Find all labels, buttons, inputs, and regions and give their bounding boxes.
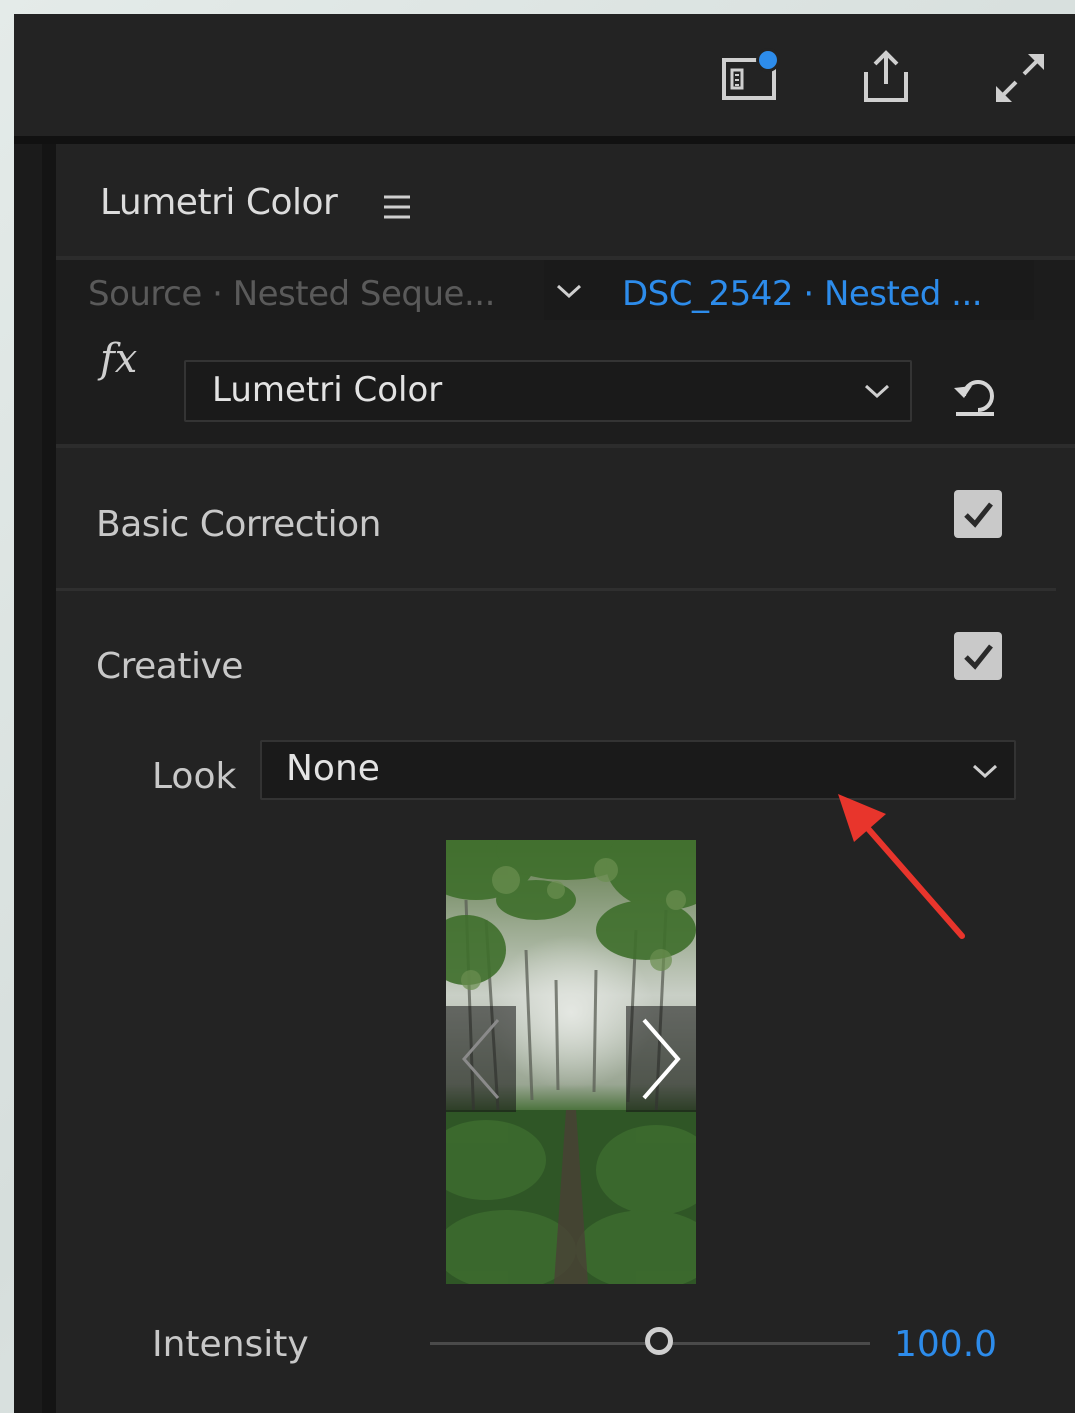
left-panel-edge bbox=[14, 144, 42, 1413]
effect-dropdown-value: Lumetri Color bbox=[212, 370, 443, 410]
chevron-down-icon[interactable] bbox=[554, 276, 584, 306]
annotation-arrow-icon bbox=[838, 794, 965, 939]
section-divider bbox=[56, 588, 1056, 591]
left-panel-divider[interactable] bbox=[42, 144, 56, 1413]
look-dropdown-value: None bbox=[286, 748, 380, 789]
reset-icon[interactable] bbox=[948, 366, 1000, 418]
intensity-slider-knob[interactable] bbox=[644, 1327, 673, 1355]
basic-correction-title[interactable]: Basic Correction bbox=[96, 504, 382, 545]
chevron-left-icon[interactable] bbox=[446, 1006, 516, 1112]
source-row: Source · Nested Seque... DSC_2542 · Nest… bbox=[56, 260, 1075, 320]
intensity-value[interactable]: 100.0 bbox=[894, 1324, 997, 1365]
toolbar-separator bbox=[14, 136, 1075, 144]
panel-header: Lumetri Color bbox=[56, 144, 1075, 256]
hamburger-menu-icon[interactable] bbox=[382, 192, 412, 222]
chevron-down-icon bbox=[970, 756, 1000, 786]
fullscreen-icon[interactable] bbox=[990, 48, 1050, 108]
intensity-label: Intensity bbox=[152, 1324, 309, 1365]
effect-row-divider bbox=[56, 444, 1075, 448]
look-label: Look bbox=[152, 756, 237, 797]
quick-export-icon[interactable] bbox=[720, 48, 780, 108]
fx-icon: fx bbox=[100, 336, 138, 382]
top-toolbar bbox=[14, 14, 1075, 136]
share-icon[interactable] bbox=[856, 48, 916, 108]
clip-tab[interactable]: DSC_2542 · Nested ... bbox=[622, 274, 983, 314]
effect-dropdown[interactable]: Lumetri Color bbox=[184, 360, 912, 422]
panel-title: Lumetri Color bbox=[100, 182, 338, 223]
chevron-right-icon[interactable] bbox=[626, 1006, 696, 1112]
lumetri-panel: Lumetri Color Source · Nested Seque... D… bbox=[56, 144, 1075, 1413]
source-tab[interactable]: Source · Nested Seque... bbox=[88, 274, 495, 314]
app-window: Lumetri Color Source · Nested Seque... D… bbox=[14, 14, 1075, 1413]
effect-row: fx Lumetri Color bbox=[56, 320, 1075, 444]
look-preview-thumbnail bbox=[446, 840, 696, 1284]
creative-title[interactable]: Creative bbox=[96, 646, 243, 687]
chevron-down-icon bbox=[862, 376, 892, 406]
creative-checkbox[interactable] bbox=[954, 632, 1002, 680]
basic-correction-checkbox[interactable] bbox=[954, 490, 1002, 538]
